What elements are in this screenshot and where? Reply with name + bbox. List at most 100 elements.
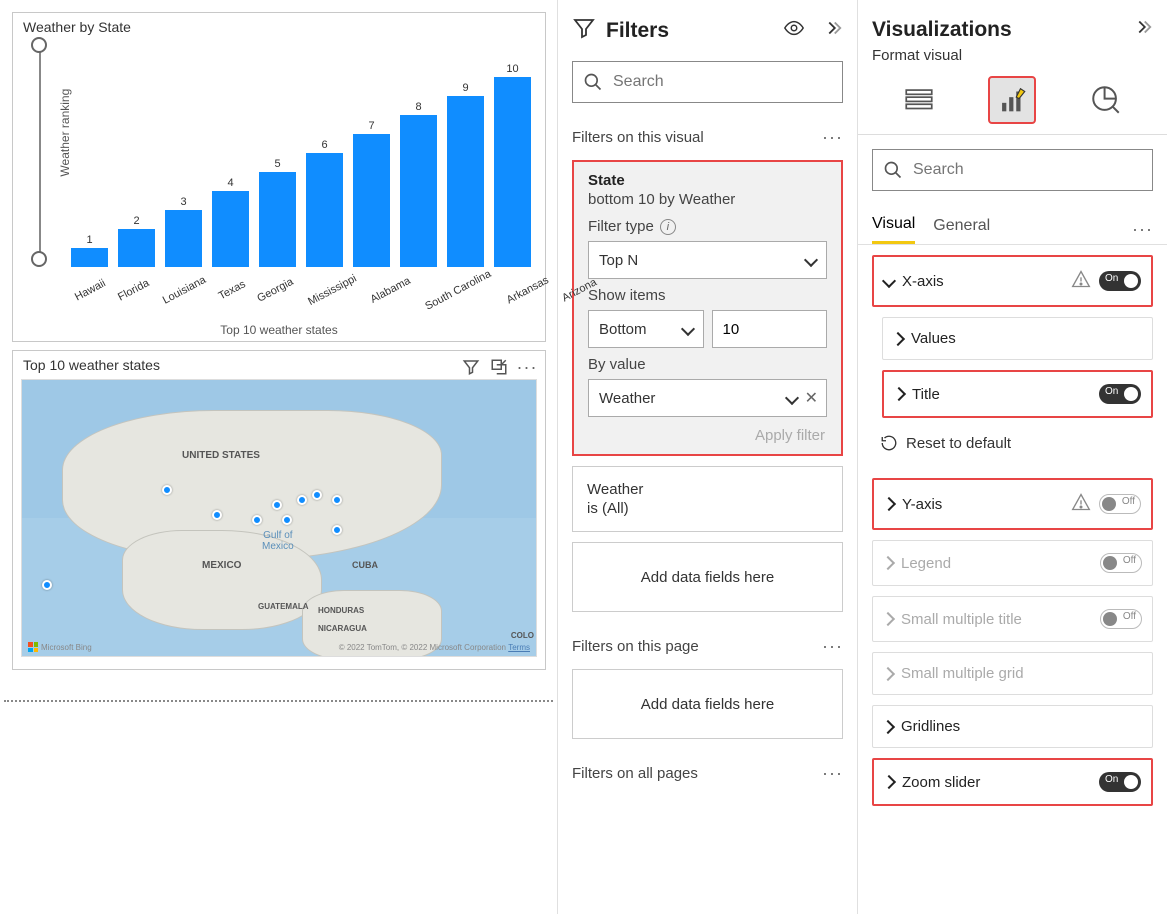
warning-icon — [1071, 492, 1091, 516]
report-canvas: Weather by State Weather ranking 1234567… — [0, 0, 558, 914]
warning-icon — [1071, 269, 1091, 293]
map-toolbar: ··· — [461, 357, 537, 377]
bar[interactable]: 2 — [118, 215, 155, 267]
apply-filter-button[interactable]: Apply filter — [588, 417, 827, 448]
map-label-nicaragua: NICARAGUA — [318, 624, 367, 633]
tab-general[interactable]: General — [933, 217, 990, 243]
bar[interactable]: 1 — [71, 234, 108, 267]
zoom-slider-handle-bottom[interactable] — [31, 251, 47, 267]
map-label-cuba: CUBA — [352, 560, 378, 570]
more-options-icon[interactable]: ··· — [517, 357, 537, 377]
chevron-down-icon — [680, 322, 694, 336]
prop-gridlines[interactable]: Gridlines — [872, 705, 1153, 748]
show-items-label: Show items — [588, 287, 827, 304]
x-tick-label: Louisiana — [160, 274, 207, 307]
analytics-icon[interactable] — [1082, 76, 1130, 124]
x-tick-label: Arkansas — [505, 274, 551, 306]
map-terms-link[interactable]: Terms — [508, 643, 530, 652]
map-label-usa: UNITED STATES — [182, 450, 260, 461]
filter-type-select[interactable]: Top N — [588, 241, 827, 279]
filters-section-visual: Filters on this visual ··· — [558, 117, 857, 156]
focus-mode-icon[interactable] — [489, 357, 509, 377]
prop-small-multiple-title: Small multiple title — [872, 596, 1153, 642]
toggle-x-axis[interactable] — [1099, 271, 1141, 291]
zoom-slider-rail[interactable] — [39, 43, 41, 259]
bar-value: 10 — [506, 63, 518, 75]
toggle-title[interactable] — [1099, 384, 1141, 404]
toggle-legend — [1100, 553, 1142, 573]
bar[interactable]: 4 — [212, 177, 249, 267]
map-label-colo: COLO — [511, 631, 534, 640]
bar-value: 2 — [133, 215, 139, 227]
more-icon[interactable]: ··· — [822, 763, 843, 784]
bar[interactable]: 3 — [165, 196, 202, 267]
collapse-pane-icon[interactable] — [821, 17, 843, 44]
y-axis-label: Weather ranking — [58, 89, 72, 177]
search-icon — [883, 160, 903, 180]
bar[interactable]: 8 — [400, 101, 437, 267]
prop-y-axis[interactable]: Y-axis — [872, 478, 1153, 530]
collapse-pane-icon[interactable] — [1131, 16, 1153, 43]
map-label-mexico: MEXICO — [202, 560, 241, 571]
prop-x-axis[interactable]: X-axis — [872, 255, 1153, 307]
prop-zoom-slider[interactable]: Zoom slider — [872, 758, 1153, 806]
chevron-right-icon — [881, 612, 895, 626]
chevron-right-icon — [881, 719, 895, 733]
filters-section-all: Filters on all pages ··· — [558, 753, 857, 792]
prop-values[interactable]: Values — [882, 317, 1153, 360]
chevron-right-icon — [892, 387, 906, 401]
viz-pane-title: Visualizations — [872, 18, 1131, 42]
filter-card-state[interactable]: State bottom 10 by Weather Filter type i… — [572, 160, 843, 456]
microsoft-logo-icon — [28, 642, 38, 652]
chevron-right-icon — [881, 666, 895, 680]
prop-title[interactable]: Title — [882, 370, 1153, 418]
filters-pane-title: Filters — [606, 19, 773, 43]
toggle-y-axis[interactable] — [1099, 494, 1141, 514]
bar[interactable]: 10 — [494, 63, 531, 267]
show-items-count-input[interactable]: 10 — [712, 310, 828, 348]
x-tick-label: South Carolina — [423, 268, 493, 313]
more-icon[interactable]: ··· — [1132, 219, 1153, 240]
bar-value: 9 — [462, 82, 468, 94]
more-icon[interactable]: ··· — [822, 127, 843, 148]
bar[interactable]: 7 — [353, 120, 390, 267]
map-image[interactable]: UNITED STATES MEXICO GUATEMALA HONDURAS … — [21, 379, 537, 657]
info-icon[interactable]: i — [660, 219, 676, 235]
toggle-smt — [1100, 609, 1142, 629]
bar[interactable]: 6 — [306, 139, 343, 267]
map-label-honduras: HONDURAS — [318, 606, 364, 615]
bar[interactable]: 5 — [259, 158, 296, 267]
chevron-right-icon — [891, 331, 905, 345]
filter-card-weather[interactable]: Weather is (All) — [572, 466, 843, 532]
chevron-down-icon — [785, 391, 799, 405]
reset-to-default[interactable]: Reset to default — [858, 418, 1167, 468]
viz-search-input[interactable] — [872, 149, 1153, 191]
tab-visual[interactable]: Visual — [872, 215, 915, 244]
toggle-zoom[interactable] — [1099, 772, 1141, 792]
zoom-slider-handle-top[interactable] — [31, 37, 47, 53]
x-tick-label: Florida — [116, 277, 151, 303]
bars-container: 1 2 3 4 5 6 7 8 9 10 — [67, 37, 535, 267]
bar[interactable]: 9 — [447, 82, 484, 267]
drop-zone-page[interactable]: Add data fields here — [572, 669, 843, 739]
filters-search-input[interactable] — [572, 61, 843, 103]
eye-icon[interactable] — [783, 17, 805, 44]
clear-icon[interactable]: ✕ — [805, 388, 818, 408]
build-visual-icon[interactable] — [895, 76, 943, 124]
map-visual[interactable]: Top 10 weather states ··· UNITED STATES … — [12, 350, 546, 670]
chart-visual[interactable]: Weather by State Weather ranking 1234567… — [12, 12, 546, 342]
chart-body: Weather ranking 12345678910 — [67, 37, 535, 267]
filter-card-subtitle: bottom 10 by Weather — [588, 191, 827, 208]
x-axis-label: Top 10 weather states — [13, 323, 545, 337]
bar-value: 6 — [321, 139, 327, 151]
chevron-down-icon — [804, 253, 818, 267]
drop-zone-visual[interactable]: Add data fields here — [572, 542, 843, 612]
format-visual-icon[interactable] — [988, 76, 1036, 124]
bar-value: 1 — [86, 234, 92, 246]
filter-icon[interactable] — [461, 357, 481, 377]
more-icon[interactable]: ··· — [822, 636, 843, 657]
show-items-direction-select[interactable]: Bottom — [588, 310, 704, 348]
by-value-select[interactable]: Weather ✕ — [588, 379, 827, 417]
bar-value: 8 — [415, 101, 421, 113]
bar-value: 4 — [227, 177, 233, 189]
